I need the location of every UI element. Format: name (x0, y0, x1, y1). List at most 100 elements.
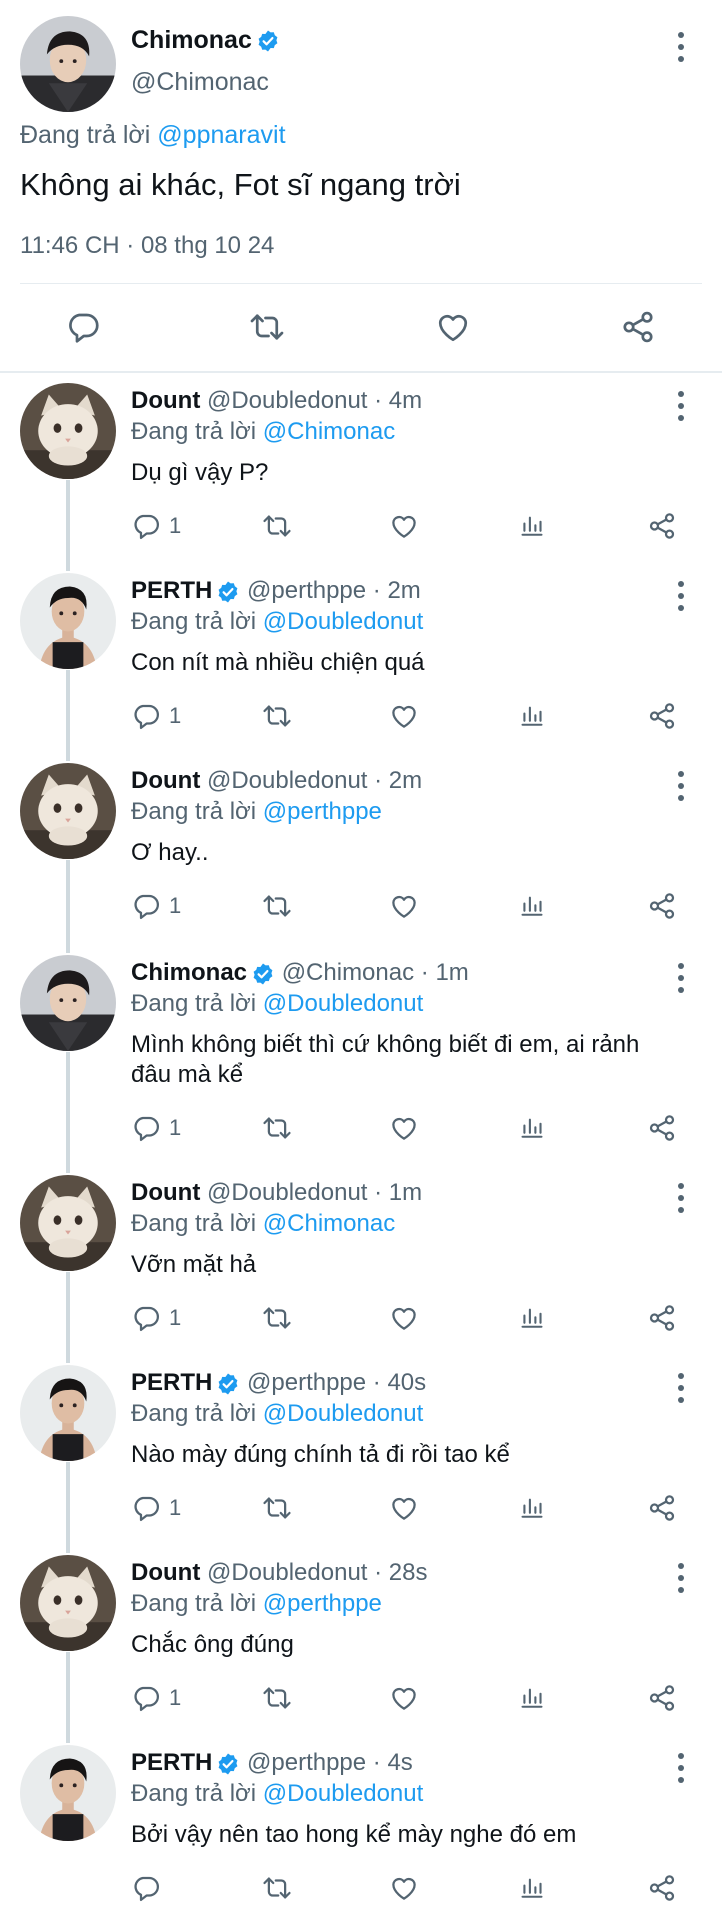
reply-header[interactable]: Dount @Doubledonut · 2m (131, 767, 422, 795)
share-button[interactable] (620, 309, 656, 345)
reply-button[interactable]: 1 (131, 701, 181, 731)
more-icon[interactable] (673, 963, 689, 993)
retweet-button[interactable] (261, 511, 293, 541)
like-button[interactable] (389, 1493, 419, 1523)
reply-button[interactable]: 1 (131, 891, 181, 921)
avatar[interactable] (20, 955, 116, 1051)
views-button[interactable] (518, 891, 546, 921)
avatar[interactable] (20, 1745, 116, 1841)
retweet-button[interactable] (248, 309, 286, 345)
replying-to-handle[interactable]: @perthppe (263, 798, 382, 825)
reply-header[interactable]: Dount @Doubledonut · 1m (131, 1179, 422, 1207)
retweet-button[interactable] (261, 1303, 293, 1333)
more-icon[interactable] (673, 771, 689, 801)
like-button[interactable] (435, 309, 471, 345)
reply-icon (65, 309, 101, 345)
avatar[interactable] (20, 383, 116, 479)
more-icon[interactable] (673, 581, 689, 611)
avatar[interactable] (20, 763, 116, 859)
reply-count: 1 (169, 1685, 182, 1710)
share-icon (620, 309, 656, 345)
reply-button[interactable] (131, 1873, 161, 1903)
reply-header[interactable]: PERTH @perthppe · 4s (131, 1749, 413, 1777)
like-button[interactable] (389, 1303, 419, 1333)
replying-to-handle[interactable]: @ppnaravit (157, 121, 285, 149)
like-button[interactable] (389, 1683, 419, 1713)
retweet-button[interactable] (261, 1683, 293, 1713)
replying-to-handle[interactable]: @Doubledonut (263, 990, 423, 1017)
views-button[interactable] (518, 1303, 546, 1333)
like-button[interactable] (389, 1113, 419, 1143)
share-button[interactable] (647, 1113, 677, 1143)
reply-header[interactable]: Dount @Doubledonut · 4m (131, 387, 422, 415)
like-button[interactable] (389, 891, 419, 921)
reply-header[interactable]: Chimonac @Chimonac · 1m (131, 959, 469, 987)
more-icon[interactable] (673, 1753, 689, 1783)
reply-header[interactable]: PERTH @perthppe · 2m (131, 577, 421, 605)
more-icon[interactable] (673, 1563, 689, 1593)
reply-header[interactable]: Dount @Doubledonut · 28s (131, 1559, 428, 1587)
tweet-timestamp[interactable]: 11:46 CH · 08 thg 10 24 (20, 232, 274, 260)
replying-to-handle[interactable]: @Chimonac (263, 418, 395, 445)
views-button[interactable] (518, 701, 546, 731)
reply-count: 1 (169, 513, 182, 538)
author-handle[interactable]: @Chimonac (131, 68, 269, 97)
views-button[interactable] (518, 511, 546, 541)
share-button[interactable] (647, 701, 677, 731)
author-name: Chimonac (131, 959, 248, 986)
thread-connector (66, 1652, 70, 1743)
avatar[interactable] (20, 1175, 116, 1271)
heart-icon (389, 511, 419, 541)
thread-connector (66, 670, 70, 761)
share-button[interactable] (647, 1873, 677, 1903)
retweet-button[interactable] (261, 1493, 293, 1523)
like-button[interactable] (389, 1873, 419, 1903)
author-name-row[interactable]: Chimonac (131, 26, 280, 55)
avatar-image (20, 1555, 116, 1651)
retweet-button[interactable] (261, 891, 293, 921)
retweet-icon (261, 511, 293, 541)
avatar[interactable] (20, 1365, 116, 1461)
share-button[interactable] (647, 1683, 677, 1713)
replying-to-handle[interactable]: @Doubledonut (263, 1400, 423, 1427)
more-icon[interactable] (673, 1373, 689, 1403)
reply-header[interactable]: PERTH @perthppe · 40s (131, 1369, 426, 1397)
share-button[interactable] (647, 891, 677, 921)
replying-to-handle[interactable]: @Doubledonut (263, 608, 423, 635)
like-button[interactable] (389, 511, 419, 541)
avatar[interactable] (20, 16, 116, 112)
reply-button[interactable]: 1 (131, 1683, 181, 1713)
tweet-text: Chắc ông đúng (131, 1631, 294, 1658)
share-button[interactable] (647, 511, 677, 541)
replying-to-handle[interactable]: @perthppe (263, 1590, 382, 1617)
replying-to: Đang trả lời @Doubledonut (131, 608, 423, 636)
views-button[interactable] (518, 1873, 546, 1903)
replying-to-handle[interactable]: @Chimonac (263, 1210, 395, 1237)
more-icon[interactable] (673, 1183, 689, 1213)
views-button[interactable] (518, 1493, 546, 1523)
avatar[interactable] (20, 1555, 116, 1651)
views-button[interactable] (518, 1113, 546, 1143)
reply-icon (131, 1873, 161, 1903)
reply-button[interactable]: 1 (131, 1303, 181, 1333)
more-icon[interactable] (673, 32, 689, 62)
retweet-button[interactable] (261, 1873, 293, 1903)
avatar[interactable] (20, 573, 116, 669)
reply-button[interactable]: 1 (131, 1113, 181, 1143)
retweet-button[interactable] (261, 1113, 293, 1143)
reply-count: 1 (169, 1115, 182, 1140)
like-button[interactable] (389, 701, 419, 731)
retweet-button[interactable] (261, 701, 293, 731)
replying-to-handle[interactable]: @Doubledonut (263, 1780, 423, 1807)
reply-button[interactable]: 1 (131, 1493, 181, 1523)
reply-button[interactable]: 1 (131, 511, 181, 541)
author-name: Dount (131, 767, 201, 794)
share-button[interactable] (647, 1493, 677, 1523)
author-name: PERTH (131, 1369, 213, 1396)
reply-button[interactable] (65, 309, 101, 345)
share-button[interactable] (647, 1303, 677, 1333)
heart-icon (389, 1303, 419, 1333)
author-handle: @Doubledonut (206, 1179, 368, 1206)
more-icon[interactable] (673, 391, 689, 421)
views-button[interactable] (518, 1683, 546, 1713)
